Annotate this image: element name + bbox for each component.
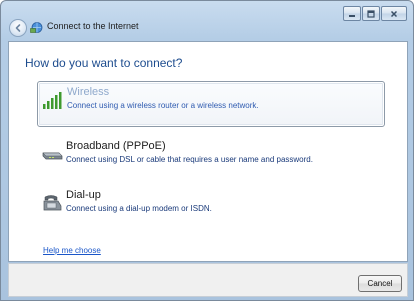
cancel-button[interactable]: Cancel <box>358 275 402 292</box>
option-dialup[interactable]: Dial-up Connect using a dial-up modem or… <box>37 185 383 229</box>
caption-buttons <box>343 6 407 21</box>
option-broadband-title: Broadband (PPPoE) <box>66 140 166 152</box>
option-wireless-description: Connect using a wireless router or a wir… <box>67 101 259 110</box>
minimize-button[interactable] <box>343 6 361 21</box>
help-me-choose-link[interactable]: Help me choose <box>43 246 101 255</box>
maximize-icon <box>367 9 375 18</box>
wireless-signal-icon <box>43 92 62 109</box>
option-dialup-description: Connect using a dial-up modem or ISDN. <box>66 204 212 213</box>
option-wireless-title: Wireless <box>67 86 110 98</box>
back-button[interactable] <box>9 19 27 37</box>
close-icon <box>390 10 398 17</box>
close-button[interactable] <box>381 6 407 21</box>
option-wireless[interactable]: Wireless Connect using a wireless router… <box>37 81 385 127</box>
title-bar: Connect to the Internet <box>1 1 413 41</box>
option-dialup-title: Dial-up <box>66 189 101 201</box>
dialup-phone-icon <box>43 195 62 211</box>
option-broadband[interactable]: Broadband (PPPoE) Connect using DSL or c… <box>37 136 383 180</box>
window-title: Connect to the Internet <box>47 21 139 31</box>
minimize-icon <box>349 14 355 17</box>
footer-bar <box>8 263 408 297</box>
maximize-button[interactable] <box>362 6 380 21</box>
option-broadband-description: Connect using DSL or cable that requires… <box>66 155 313 164</box>
network-globe-icon <box>30 22 43 33</box>
page-heading: How do you want to connect? <box>25 56 183 70</box>
broadband-modem-icon <box>42 152 63 160</box>
back-arrow-icon <box>15 24 21 32</box>
